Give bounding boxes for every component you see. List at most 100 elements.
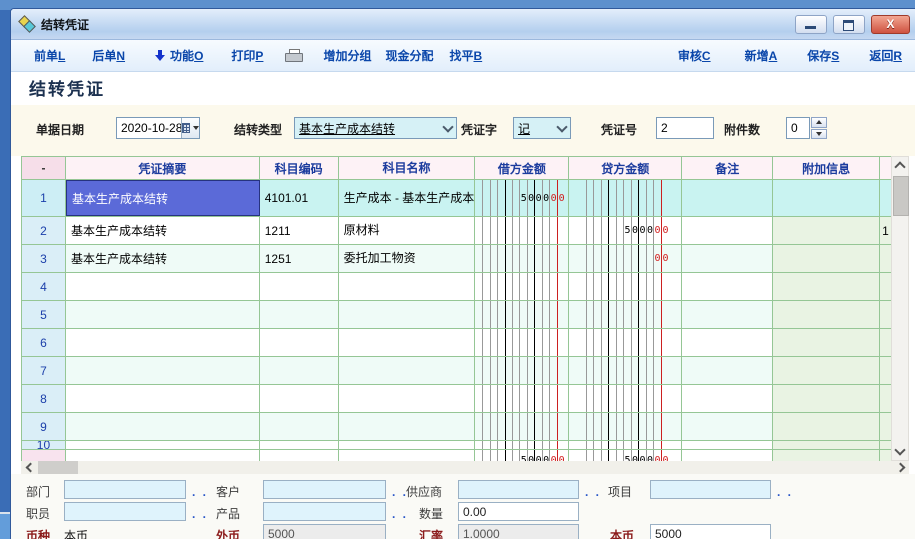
cell-cut[interactable] xyxy=(880,180,891,216)
cell-note[interactable] xyxy=(682,413,773,440)
cell-extra[interactable] xyxy=(773,385,880,412)
cell-name[interactable] xyxy=(339,273,476,300)
date-input[interactable]: 2020-10-28 xyxy=(116,117,200,139)
cell-cut[interactable] xyxy=(880,329,891,356)
project-browse-button[interactable]: . . xyxy=(777,485,793,499)
cell-code[interactable] xyxy=(260,273,339,300)
add-group-button[interactable]: 增加分组 xyxy=(323,47,371,64)
cell-name[interactable] xyxy=(339,329,476,356)
dept-browse-button[interactable]: . . xyxy=(192,485,208,499)
cell-credit[interactable] xyxy=(569,301,682,328)
cell-num[interactable]: 5 xyxy=(22,301,66,328)
scroll-right-button[interactable] xyxy=(894,461,909,474)
product-browse-button[interactable]: . . xyxy=(392,507,408,521)
cell-summary[interactable] xyxy=(66,441,260,449)
cell-debit[interactable] xyxy=(475,245,569,272)
qty-input[interactable]: 0.00 xyxy=(458,502,579,521)
audit-button[interactable]: 审核C xyxy=(678,47,711,64)
titlebar[interactable]: 结转凭证 X xyxy=(11,9,915,40)
supplier-input[interactable] xyxy=(458,480,579,499)
cell-extra[interactable] xyxy=(773,245,880,272)
cell-note[interactable] xyxy=(682,441,773,449)
transfer-type-select[interactable]: 基本生产成本结转 xyxy=(294,117,457,139)
cell-credit[interactable] xyxy=(569,273,682,300)
cell-summary[interactable]: 基本生产成本结转 xyxy=(66,245,260,272)
cell-extra[interactable] xyxy=(773,180,880,216)
cell-name[interactable] xyxy=(339,357,476,384)
cell-extra[interactable] xyxy=(773,441,880,449)
customer-input[interactable] xyxy=(263,480,386,499)
cell-name[interactable]: 生产成本 - 基本生产成本 xyxy=(339,180,476,216)
cell-summary[interactable]: 基本生产成本结转 xyxy=(66,180,260,216)
vertical-scrollbar-thumb[interactable] xyxy=(893,176,909,216)
cell-note[interactable] xyxy=(682,329,773,356)
vertical-scrollbar[interactable] xyxy=(891,156,909,461)
cell-note[interactable] xyxy=(682,357,773,384)
balance-button[interactable]: 找平B xyxy=(449,47,482,64)
cell-extra[interactable] xyxy=(773,301,880,328)
cell-credit[interactable] xyxy=(569,385,682,412)
scroll-left-button[interactable] xyxy=(21,461,36,474)
cell-num[interactable]: 3 xyxy=(22,245,66,272)
scroll-down-button[interactable] xyxy=(892,443,908,460)
cell-name[interactable] xyxy=(339,385,476,412)
cell-credit[interactable]: 00 xyxy=(569,245,682,272)
back-button[interactable]: 返回R xyxy=(869,47,902,64)
print-button[interactable]: 打印P xyxy=(231,47,263,64)
cell-credit[interactable] xyxy=(569,329,682,356)
prev-voucher-button[interactable]: 前单L xyxy=(34,47,65,64)
cell-extra[interactable] xyxy=(773,217,880,244)
scroll-up-button[interactable] xyxy=(892,157,908,174)
foreign-input[interactable]: 5000 xyxy=(263,524,386,539)
new-button[interactable]: 新增A xyxy=(745,47,778,64)
horizontal-scrollbar[interactable] xyxy=(21,461,909,474)
cell-summary[interactable] xyxy=(66,357,260,384)
cell-note[interactable] xyxy=(682,217,773,244)
cell-debit[interactable] xyxy=(475,217,569,244)
cell-debit[interactable]: 500000 xyxy=(475,180,569,216)
cell-note[interactable] xyxy=(682,273,773,300)
cell-cut[interactable] xyxy=(880,385,891,412)
cell-num[interactable]: 9 xyxy=(22,413,66,440)
cell-extra[interactable] xyxy=(773,329,880,356)
cell-summary[interactable] xyxy=(66,273,260,300)
next-voucher-button[interactable]: 后单N xyxy=(92,47,125,64)
cell-debit[interactable] xyxy=(475,413,569,440)
maximize-button[interactable] xyxy=(833,15,865,34)
cell-summary[interactable] xyxy=(66,413,260,440)
calendar-dropdown-button[interactable] xyxy=(181,118,199,138)
cell-debit[interactable] xyxy=(475,441,569,449)
cell-credit[interactable]: 500000 xyxy=(569,217,682,244)
cell-name[interactable]: 委托加工物资 xyxy=(339,245,476,272)
cell-code[interactable]: 1211 xyxy=(260,217,339,244)
cell-num[interactable]: 8 xyxy=(22,385,66,412)
close-button[interactable]: X xyxy=(871,15,910,34)
cell-note[interactable] xyxy=(682,180,773,216)
cell-debit[interactable] xyxy=(475,301,569,328)
project-input[interactable] xyxy=(650,480,771,499)
dept-input[interactable] xyxy=(64,480,186,499)
cell-name[interactable] xyxy=(339,441,476,449)
cell-credit[interactable] xyxy=(569,441,682,449)
cell-summary[interactable]: 基本生产成本结转 xyxy=(66,217,260,244)
voucher-no-input[interactable]: 2 xyxy=(656,117,714,139)
staff-browse-button[interactable]: . . xyxy=(192,507,208,521)
cell-debit[interactable] xyxy=(475,357,569,384)
cell-num[interactable]: 2 xyxy=(22,217,66,244)
cell-cut[interactable] xyxy=(880,245,891,272)
cell-note[interactable] xyxy=(682,301,773,328)
cell-code[interactable] xyxy=(260,329,339,356)
spinner-down-button[interactable] xyxy=(811,129,827,140)
cell-num[interactable]: 10 xyxy=(22,441,66,449)
cell-credit[interactable] xyxy=(569,180,682,216)
cell-code[interactable] xyxy=(260,441,339,449)
cell-num[interactable]: 6 xyxy=(22,329,66,356)
cell-note[interactable] xyxy=(682,245,773,272)
cell-num[interactable]: 7 xyxy=(22,357,66,384)
type-dropdown-button[interactable] xyxy=(439,118,456,138)
rate-input[interactable]: 1.0000 xyxy=(458,524,579,539)
local-input[interactable]: 5000 xyxy=(650,524,771,539)
cell-code[interactable]: 1251 xyxy=(260,245,339,272)
cell-code[interactable] xyxy=(260,413,339,440)
cell-summary[interactable] xyxy=(66,385,260,412)
